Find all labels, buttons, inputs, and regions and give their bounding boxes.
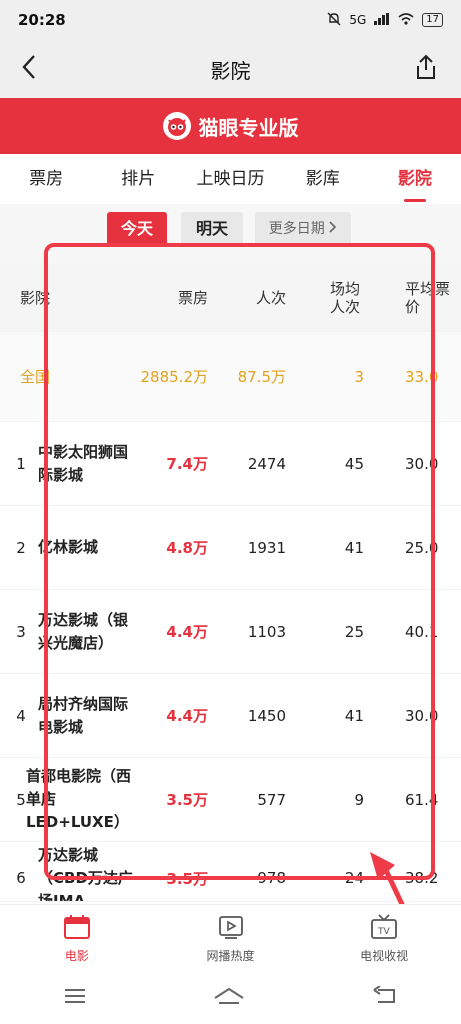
tv-icon: TV (370, 913, 398, 943)
header-avg-price[interactable]: 平均票价 (405, 264, 461, 331)
row-avg-price: 61.4 (405, 790, 439, 809)
row-box-office: 3.5万 (166, 791, 208, 809)
date-tomorrow-button[interactable]: 明天 (181, 212, 243, 246)
signal-label: 5G (349, 13, 367, 27)
total-box-office: 2885.2万 (140, 368, 209, 386)
row-rank: 4 (16, 706, 26, 725)
row-avg-price: 40.1 (405, 622, 439, 641)
table-row[interactable]: 6 万达影城（CBD万达广场IMA 3.5万 978 24 38.2 (0, 842, 461, 902)
row-cinema-name: 万达影城（CBD万达广场IMA (38, 846, 133, 902)
share-icon (414, 54, 438, 84)
row-box-office: 4.4万 (166, 707, 208, 725)
row-avg-price: 30.0 (405, 706, 439, 725)
back-nav-icon[interactable] (372, 985, 398, 1010)
row-box-office: 4.8万 (166, 539, 208, 557)
tab-schedule[interactable]: 排片 (92, 154, 184, 204)
chevron-left-icon (21, 54, 37, 84)
bottom-nav-label: 电影 (64, 948, 89, 963)
mute-icon (327, 12, 341, 29)
status-bar: 20:28 5G 17 (0, 0, 461, 40)
bottom-nav-streaming[interactable]: 网播热度 (154, 905, 308, 972)
bottom-nav-movies[interactable]: 电影 (0, 905, 154, 972)
calendar-icon (63, 914, 91, 943)
row-avg-people: 41 (344, 706, 364, 725)
bottom-nav-label: 网播热度 (206, 948, 255, 963)
row-avg-price: 25.0 (405, 538, 439, 557)
date-today-button[interactable]: 今天 (107, 212, 167, 246)
navigation-bar: 影院 (0, 40, 461, 98)
row-people: 2474 (247, 454, 286, 473)
row-avg-people: 9 (354, 790, 364, 809)
table-row-total: 全国 2885.2万 87.5万 3 33.0 (0, 332, 461, 422)
total-name: 全国 (20, 368, 51, 386)
row-avg-price: 38.2 (405, 869, 439, 887)
more-dates-label: 更多日期 (268, 221, 325, 237)
row-avg-people: 25 (344, 622, 364, 641)
header-cinema: 影院 (20, 289, 51, 307)
tab-box-office[interactable]: 票房 (0, 154, 92, 204)
row-rank: 3 (16, 622, 26, 641)
row-box-office: 4.4万 (166, 623, 208, 641)
row-avg-people: 24 (344, 869, 364, 887)
row-cinema-name: 局村齐纳国际电影城 (38, 694, 129, 736)
table-row[interactable]: 1 中影太阳狮国际影城 7.4万 2474 45 30.0 (0, 422, 461, 506)
row-box-office: 3.5万 (166, 869, 208, 888)
more-dates-button[interactable]: 更多日期 (255, 212, 351, 246)
row-people: 978 (257, 869, 286, 887)
share-button[interactable] (411, 52, 441, 86)
header-avg-people[interactable]: 场均人次 (296, 264, 364, 331)
row-avg-price: 30.0 (405, 454, 439, 473)
bottom-navigation: 电影 网播热度 TV 电视收视 (0, 904, 461, 972)
row-cinema-name: 中影太阳狮国际影城 (38, 442, 129, 484)
date-selector: 今天 明天 更多日期 (0, 204, 461, 264)
total-avg-price: 33.0 (405, 367, 439, 386)
tab-movie-library[interactable]: 影库 (277, 154, 369, 204)
app-banner: 猫眼专业版 (0, 98, 461, 154)
table-row[interactable]: 5 首都电影院（西单店LED+LUXE） 3.5万 577 9 61.4 (0, 758, 461, 842)
row-cinema-name: 首都电影院（西单店LED+LUXE） (26, 767, 132, 831)
svg-text:TV: TV (377, 927, 390, 937)
tab-release-calendar[interactable]: 上映日历 (184, 154, 276, 204)
top-tabs: 票房 排片 上映日历 影库 影院 (0, 154, 461, 204)
row-cinema-name: 万达影城（银兴光魔店） (38, 610, 129, 652)
system-navigation-bar (0, 972, 461, 1024)
battery-indicator: 17 (422, 13, 443, 27)
back-button[interactable] (14, 52, 44, 86)
signal-icon (374, 12, 390, 28)
row-rank: 1 (16, 454, 26, 473)
cinema-table: 影院 票房 人次 场均人次 平均票价 全国 2885.2万 87.5万 3 33… (0, 264, 461, 902)
row-people: 1450 (247, 706, 286, 725)
row-avg-people: 45 (344, 454, 364, 473)
home-icon[interactable] (213, 986, 245, 1010)
header-box-office[interactable]: 票房 (130, 264, 208, 331)
chevron-right-icon (329, 221, 337, 237)
tab-cinemas[interactable]: 影院 (369, 154, 461, 204)
bottom-nav-label: 电视收视 (360, 948, 409, 963)
menu-icon[interactable] (63, 987, 87, 1009)
total-avg-people: 3 (354, 367, 364, 386)
row-people: 1931 (247, 538, 286, 557)
header-people[interactable]: 人次 (216, 264, 286, 331)
row-rank: 6 (16, 869, 26, 887)
bottom-nav-tv[interactable]: TV 电视收视 (307, 905, 461, 972)
row-people: 577 (257, 790, 286, 809)
row-people: 1103 (247, 622, 286, 641)
row-rank: 2 (16, 538, 26, 557)
row-cinema-name: 亿林影城 (38, 538, 99, 556)
page-title: 影院 (210, 58, 251, 83)
banner-text: 猫眼专业版 (198, 115, 299, 140)
cat-eye-logo-icon (162, 112, 191, 140)
row-box-office: 7.4万 (166, 455, 208, 473)
table-row[interactable]: 2 亿林影城 4.8万 1931 41 25.0 (0, 506, 461, 590)
status-time: 20:28 (18, 11, 66, 29)
wifi-icon (398, 12, 414, 28)
play-icon (217, 914, 245, 943)
table-row[interactable]: 3 万达影城（银兴光魔店） 4.4万 1103 25 40.1 (0, 590, 461, 674)
status-icons: 5G 17 (327, 12, 443, 29)
table-row[interactable]: 4 局村齐纳国际电影城 4.4万 1450 41 30.0 (0, 674, 461, 758)
table-header: 影院 票房 人次 场均人次 平均票价 (0, 264, 461, 332)
row-avg-people: 41 (344, 538, 364, 557)
total-people: 87.5万 (237, 368, 286, 386)
